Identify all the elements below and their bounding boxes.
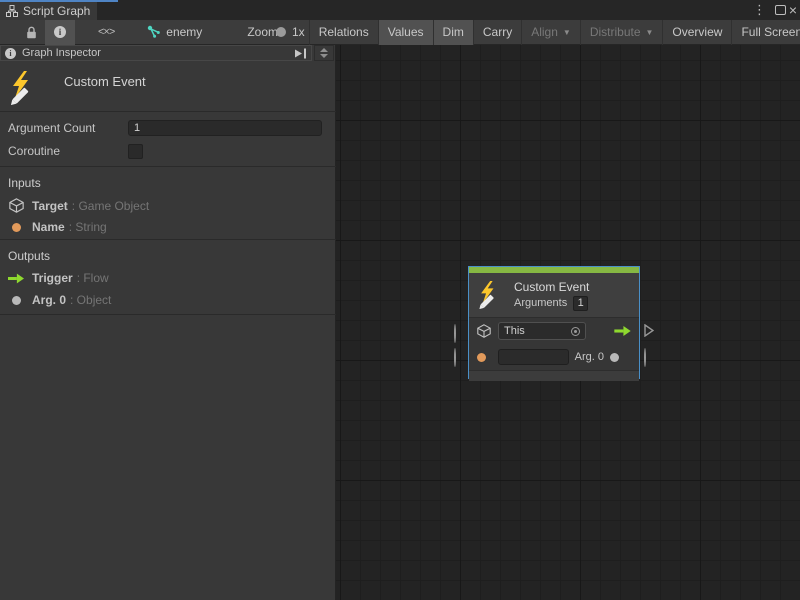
argument-count-label: Argument Count [8,121,128,135]
tab-label: Script Graph [23,4,90,18]
arrow-up-icon[interactable] [320,48,328,52]
outputs-section: Outputs Trigger : Flow Arg. 0 : Object [0,241,336,315]
node-footer [469,370,639,381]
tab-script-graph[interactable]: Script Graph [0,2,97,20]
output-name: Arg. 0 [32,293,66,307]
object-picker-icon[interactable] [571,327,580,336]
arg0-port-row: Arg. 0 [469,344,639,370]
custom-event-icon [477,281,505,309]
unit-fields: Argument Count 1 Coroutine [0,112,336,167]
csharp-preview-button[interactable]: <×> [89,20,123,45]
game-object-cube-icon [9,198,24,213]
coroutine-checkbox[interactable] [128,144,143,159]
outer-output-port[interactable] [644,349,646,367]
arguments-label: Arguments [514,297,567,309]
outer-flow-port[interactable] [644,324,654,342]
script-graph-window: Script Graph ⋮ × i <×> enemy [0,0,800,600]
dim-button[interactable]: Dim [434,20,473,45]
graph-name: enemy [166,25,202,39]
inspector-toggle-button[interactable]: i [45,20,75,45]
graph-toolbar: i <×> enemy Zoom 1x Relations Values D [0,20,800,45]
info-icon: i [54,26,66,38]
target-port-row: This [469,318,639,344]
graph-inspector-panel: i Graph Inspector Custom Event A [0,45,336,600]
input-name: Target [32,199,68,213]
graph-canvas[interactable]: Custom Event Arguments 1 This [336,45,800,600]
relations-button[interactable]: Relations [310,20,378,45]
panel-title: Graph Inspector [22,47,101,59]
flow-triangle-icon [644,324,654,337]
object-port-icon [12,296,21,305]
arg0-output-port[interactable] [610,353,619,362]
input-type: : String [69,220,107,234]
output-type: : Flow [77,271,109,285]
zoom-label: Zoom [238,20,280,45]
inputs-header: Inputs [8,176,41,190]
input-name: Name [32,220,65,234]
chevron-down-icon: ▼ [563,28,571,37]
node-title: Custom Event [514,280,589,294]
outer-input-port[interactable] [454,349,456,367]
lock-button[interactable] [0,20,45,45]
window-menu-icon[interactable]: ⋮ [753,0,766,20]
chevron-down-icon: ▼ [646,28,654,37]
maximize-icon[interactable] [775,0,786,20]
zoom-slider-handle[interactable] [276,27,286,37]
align-button[interactable]: Align▼ [522,20,580,45]
info-icon: i [5,48,16,59]
zoom-level: 1x [288,20,309,45]
tab-bar: Script Graph ⋮ × [0,0,800,20]
lock-icon [26,26,37,39]
name-value-input[interactable] [498,349,569,365]
target-dropdown[interactable]: This [498,322,586,340]
custom-event-icon [9,71,41,105]
inputs-section: Inputs Target : Game Object Name : Strin… [0,168,336,240]
outputs-header: Outputs [8,249,50,263]
dock-panel-icon[interactable] [294,48,307,59]
output-type: : Object [70,293,111,307]
name-input-port[interactable] [477,353,486,362]
carry-button[interactable]: Carry [474,20,521,45]
close-icon[interactable]: × [786,0,800,20]
code-icon: <×> [98,26,114,38]
unit-title-block: Custom Event [0,61,336,112]
game-object-cube-icon [477,324,491,338]
panel-scroll-spinner[interactable] [314,45,334,61]
arrow-down-icon[interactable] [320,54,328,58]
unit-title: Custom Event [64,74,146,89]
flow-arrow-icon [8,273,24,284]
trigger-output-port[interactable] [614,326,631,336]
input-type: : Game Object [72,199,149,213]
arg0-label: Arg. 0 [575,351,604,363]
coroutine-label: Coroutine [8,144,128,158]
full-screen-button[interactable]: Full Screen [732,20,800,45]
breadcrumb[interactable]: enemy [139,25,210,39]
toolbar-right-group: Relations Values Dim Carry Align▼ Distri… [309,20,800,45]
string-port-icon [12,223,21,232]
values-button[interactable]: Values [379,20,433,45]
node-header[interactable]: Custom Event Arguments 1 [469,273,639,317]
arguments-count-input[interactable]: 1 [573,296,588,311]
custom-event-node[interactable]: Custom Event Arguments 1 This [468,266,640,379]
graph-inspector-header[interactable]: i Graph Inspector [0,45,312,61]
output-name: Trigger [32,271,73,285]
distribute-button[interactable]: Distribute▼ [581,20,663,45]
argument-count-input[interactable]: 1 [128,120,322,136]
graph-hierarchy-icon [6,5,18,17]
node-ports: This Arg. 0 [469,317,639,370]
outer-input-port[interactable] [454,325,456,343]
graph-asset-icon [147,25,161,39]
overview-button[interactable]: Overview [663,20,731,45]
